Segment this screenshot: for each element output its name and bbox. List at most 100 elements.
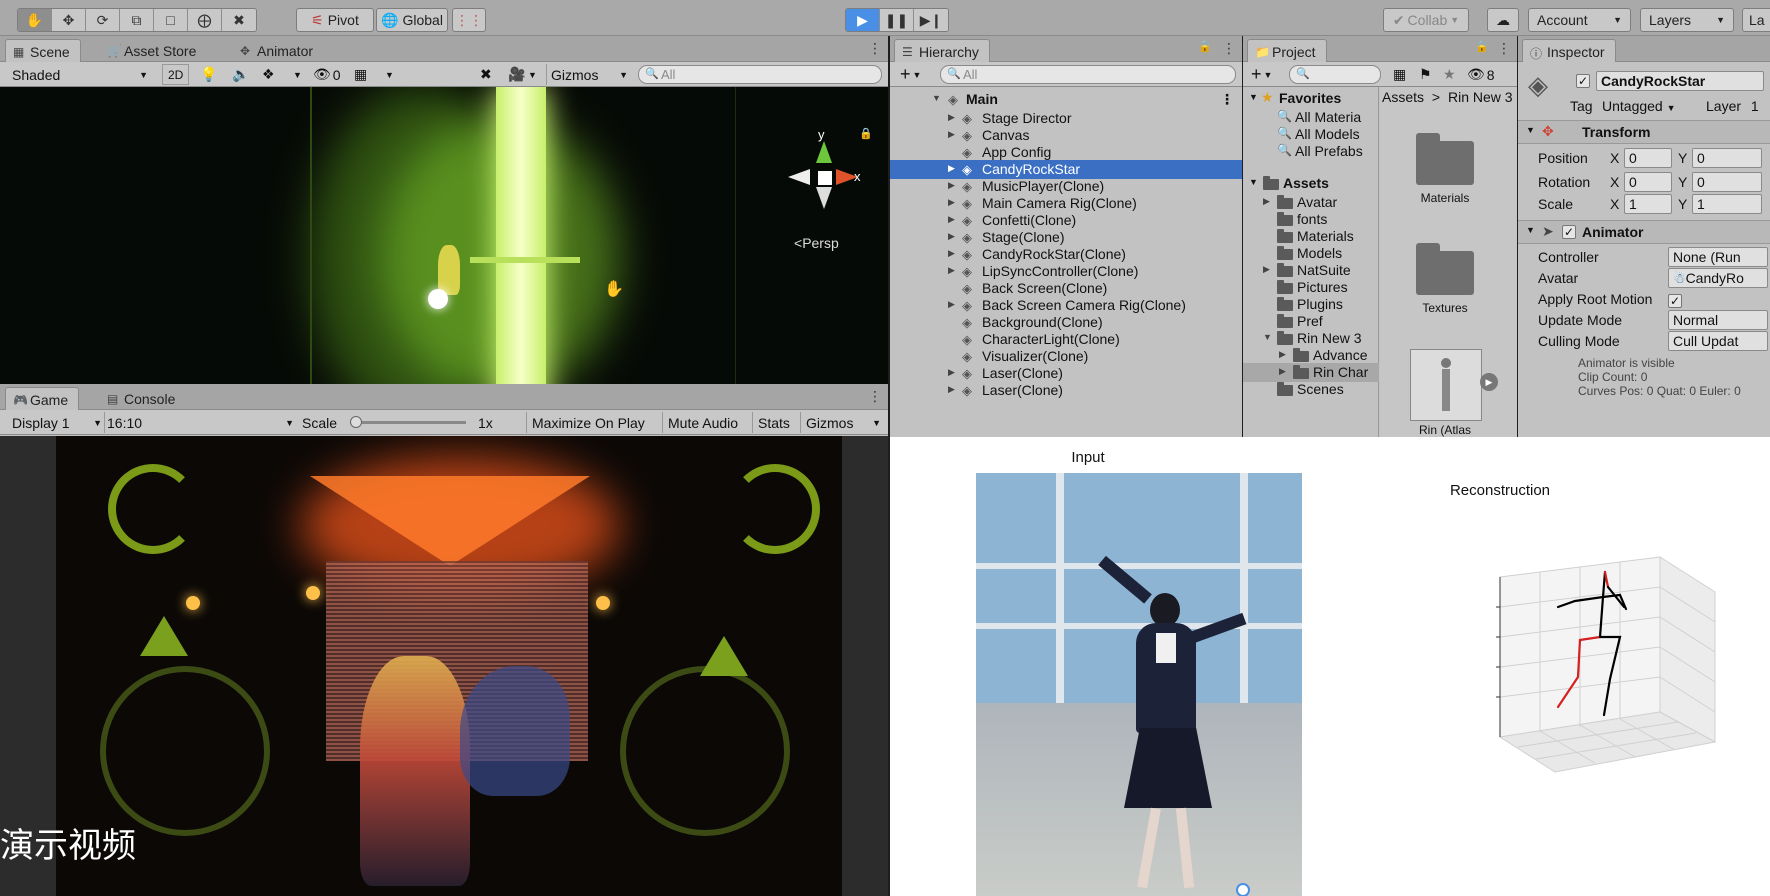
hidden-packages-toggle[interactable]: 👁 8 — [1467, 64, 1495, 85]
chevron-right-icon[interactable]: ▶ — [1279, 366, 1286, 377]
custom-tool-icon[interactable]: ✖ — [222, 9, 256, 31]
scene-menu-icon[interactable]: ⋮ — [868, 40, 882, 57]
hidden-objects-toggle[interactable]: 👁 0 — [313, 64, 341, 85]
lock-icon[interactable]: 🔒 — [859, 127, 873, 140]
game-menu-icon[interactable]: ⋮ — [868, 388, 882, 405]
chevron-right-icon[interactable]: ▶ — [948, 163, 955, 174]
rect-tool-icon[interactable]: □ — [154, 9, 188, 31]
tab-project[interactable]: 📁 Project — [1247, 39, 1327, 62]
global-button[interactable]: 🌐 Global — [376, 8, 448, 32]
update-mode-dropdown[interactable]: Normal — [1668, 310, 1768, 330]
breadcrumb-item[interactable]: Rin New 3 — [1448, 89, 1513, 105]
transform-header[interactable]: ▼ ✥ Transform — [1518, 120, 1770, 144]
cloud-button[interactable]: ☁ — [1487, 8, 1519, 32]
chevron-right-icon[interactable]: ▶ — [948, 299, 955, 310]
chevron-right-icon[interactable]: ▶ — [948, 197, 955, 208]
audio-icon[interactable]: 🔈 — [232, 64, 249, 85]
lighting-icon[interactable]: 💡 — [200, 64, 217, 85]
rotation-x-field[interactable]: 0 — [1624, 172, 1672, 192]
favorites-row[interactable]: ▼ ★ Favorites — [1243, 89, 1379, 108]
chevron-right-icon[interactable]: ▶ — [948, 129, 955, 140]
grid-icon[interactable]: ▦ — [354, 64, 367, 85]
scale-slider[interactable] — [349, 416, 466, 428]
hand-tool-icon[interactable]: ✋ — [18, 9, 52, 31]
camera-dropdown-icon[interactable]: ▼ — [528, 64, 537, 85]
chevron-right-icon[interactable]: ▶ — [1263, 196, 1270, 207]
layers-dropdown[interactable]: Layers ▼ — [1640, 8, 1734, 32]
asset-folder-item[interactable]: Scenes — [1243, 380, 1379, 399]
chevron-right-icon[interactable]: ▶ — [948, 384, 955, 395]
favorite-item[interactable]: 🔍 All Prefabs — [1243, 142, 1379, 161]
axis-y-cone[interactable] — [816, 141, 832, 163]
transform-tool-icon[interactable]: ⨁ — [188, 9, 222, 31]
maximize-on-play-toggle[interactable]: Maximize On Play — [526, 412, 650, 433]
tab-console[interactable]: ▤ Console — [100, 387, 185, 410]
layout-dropdown[interactable]: La — [1742, 8, 1770, 32]
apply-root-motion-checkbox[interactable]: ✓ — [1668, 294, 1682, 308]
project-menu-icon[interactable]: ⋮ — [1497, 40, 1511, 57]
layer-value[interactable]: 1 — [1751, 98, 1759, 114]
scene-menu-icon[interactable]: ⋮ — [1220, 91, 1234, 108]
lock-icon[interactable]: 🔒 — [1198, 40, 1212, 53]
asset-tile[interactable]: Materials — [1400, 127, 1490, 217]
light-gizmo-icon[interactable] — [428, 289, 448, 309]
tab-asset-store[interactable]: 🛒 Asset Store — [100, 39, 206, 62]
effects-dropdown-icon[interactable]: ▼ — [293, 64, 302, 85]
culling-mode-dropdown[interactable]: Cull Updat — [1668, 331, 1768, 351]
video-progress-thumb[interactable] — [1236, 883, 1250, 896]
play-preview-icon[interactable]: ▶ — [1480, 373, 1498, 391]
chevron-right-icon[interactable]: ▶ — [948, 214, 955, 225]
grid-dropdown-icon[interactable]: ▼ — [385, 64, 394, 85]
chevron-down-icon[interactable]: ▼ — [1263, 332, 1272, 342]
chevron-down-icon[interactable]: ▼ — [932, 93, 941, 103]
create-button[interactable]: + ▼ — [900, 64, 921, 85]
hierarchy-item[interactable]: ▶ ◈ Laser(Clone) — [890, 381, 1242, 400]
chevron-right-icon[interactable]: ▶ — [948, 265, 955, 276]
game-gizmos-dropdown[interactable]: Gizmos ▼ — [800, 412, 886, 433]
chevron-right-icon[interactable]: ▶ — [948, 367, 955, 378]
scene-root[interactable]: ▼ ◈ Main ⋮ — [890, 90, 1242, 109]
pivot-button[interactable]: ⚟ Pivot — [296, 8, 374, 32]
scene-gizmos-dropdown[interactable]: Gizmos ▼ — [546, 64, 628, 85]
step-button[interactable]: ▶❙ — [914, 9, 948, 31]
filter-label-icon[interactable]: ⚑ — [1419, 64, 1432, 85]
tag-dropdown[interactable]: Untagged ▼ — [1602, 98, 1676, 118]
tab-animator[interactable]: ✥ Animator — [233, 39, 323, 62]
chevron-down-icon[interactable]: ▼ — [1249, 92, 1258, 102]
assets-row[interactable]: ▼ Assets — [1243, 174, 1379, 193]
shading-mode-dropdown[interactable]: Shaded ▼ — [12, 64, 148, 85]
chevron-down-icon[interactable]: ▼ — [1249, 177, 1258, 187]
play-button[interactable]: ▶ — [846, 9, 880, 31]
rotation-y-field[interactable]: 0 — [1692, 172, 1762, 192]
chevron-right-icon[interactable]: ▶ — [948, 112, 955, 123]
mute-audio-toggle[interactable]: Mute Audio — [662, 412, 743, 433]
scene-search-input[interactable]: 🔍 All — [638, 65, 882, 84]
scale-slider-thumb[interactable] — [349, 416, 362, 428]
position-x-field[interactable]: 0 — [1624, 148, 1672, 168]
collab-button[interactable]: ✔ Collab ▼ — [1383, 8, 1469, 32]
chevron-right-icon[interactable]: ▶ — [948, 248, 955, 259]
grid-snap-button[interactable]: ⋮⋮ — [452, 8, 486, 32]
project-search-input[interactable]: 🔍 — [1289, 65, 1381, 84]
game-viewport[interactable]: 演示视频 — [0, 436, 888, 896]
rotate-tool-icon[interactable]: ⟳ — [86, 9, 120, 31]
persp-toggle[interactable]: <Persp — [794, 235, 839, 251]
stats-toggle[interactable]: Stats — [752, 412, 795, 433]
axis-neg-x-cone[interactable] — [788, 169, 810, 185]
chevron-down-icon[interactable]: ▼ — [1526, 125, 1535, 135]
hierarchy-menu-icon[interactable]: ⋮ — [1222, 40, 1236, 57]
tab-inspector[interactable]: ⓘ Inspector — [1522, 39, 1616, 62]
display-dropdown[interactable]: Display 1 ▼ — [12, 412, 102, 433]
avatar-field[interactable]: ☃CandyRo — [1668, 268, 1768, 288]
chevron-right-icon[interactable]: ▶ — [1263, 264, 1270, 275]
pause-button[interactable]: ❚❚ — [880, 9, 914, 31]
animator-header[interactable]: ▼ ➤ ✓ Animator — [1518, 220, 1770, 244]
axis-neg-y-cone[interactable] — [816, 187, 832, 209]
chevron-right-icon[interactable]: ▶ — [948, 231, 955, 242]
position-y-field[interactable]: 0 — [1692, 148, 1762, 168]
scene-viewport[interactable]: ✋ y x 🔒 <Persp — [0, 87, 888, 384]
orientation-gizmo[interactable]: y x — [788, 127, 861, 209]
lock-icon[interactable]: 🔒 — [1475, 40, 1489, 53]
chevron-right-icon[interactable]: ▶ — [948, 180, 955, 191]
tools-icon[interactable]: ✖ — [480, 64, 492, 85]
